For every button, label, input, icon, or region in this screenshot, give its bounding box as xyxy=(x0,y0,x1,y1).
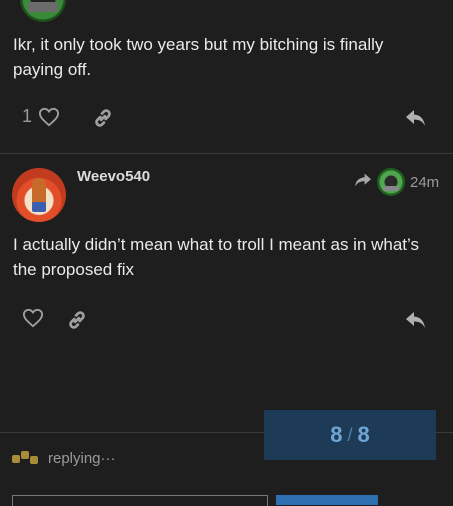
composer-submit-button[interactable] xyxy=(276,495,378,505)
post-actions: 1 xyxy=(0,98,453,138)
reply-icon xyxy=(404,309,428,331)
post-divider xyxy=(0,153,453,154)
post-timestamp[interactable]: 24m xyxy=(410,174,439,191)
link-icon xyxy=(66,309,88,331)
topic-progress[interactable]: 8 / 8 xyxy=(264,410,436,460)
replying-indicator: replying··· xyxy=(12,449,116,467)
copy-link-button[interactable] xyxy=(92,107,114,129)
link-icon xyxy=(92,107,114,129)
heart-icon xyxy=(38,107,60,127)
like-count: 1 xyxy=(22,106,33,126)
post-body: Ikr, it only took two years but my bitch… xyxy=(13,35,384,79)
reply-button[interactable] xyxy=(404,309,428,331)
progress-total: 8 xyxy=(357,422,370,447)
like-button[interactable]: 1 xyxy=(22,106,60,127)
replying-text: replying··· xyxy=(48,449,116,467)
previous-user-avatar[interactable] xyxy=(20,0,66,22)
username[interactable]: Weevo540 xyxy=(77,168,150,185)
reply-to-indicator[interactable] xyxy=(353,168,405,196)
copy-link-button[interactable] xyxy=(66,309,88,331)
user-avatar[interactable] xyxy=(12,168,66,222)
share-forward-icon xyxy=(353,172,373,193)
reply-button[interactable] xyxy=(404,107,428,129)
reply-to-avatar xyxy=(377,168,405,196)
composer-input[interactable] xyxy=(12,495,268,506)
reply-icon xyxy=(404,107,428,129)
post-actions xyxy=(0,300,453,340)
progress-current: 8 xyxy=(330,422,343,447)
progress-separator: / xyxy=(347,424,353,445)
post-body: I actually didn’t mean what to troll I m… xyxy=(13,235,419,279)
like-button[interactable] xyxy=(22,308,44,328)
typing-hands-icon xyxy=(12,449,40,467)
heart-icon xyxy=(22,308,44,328)
